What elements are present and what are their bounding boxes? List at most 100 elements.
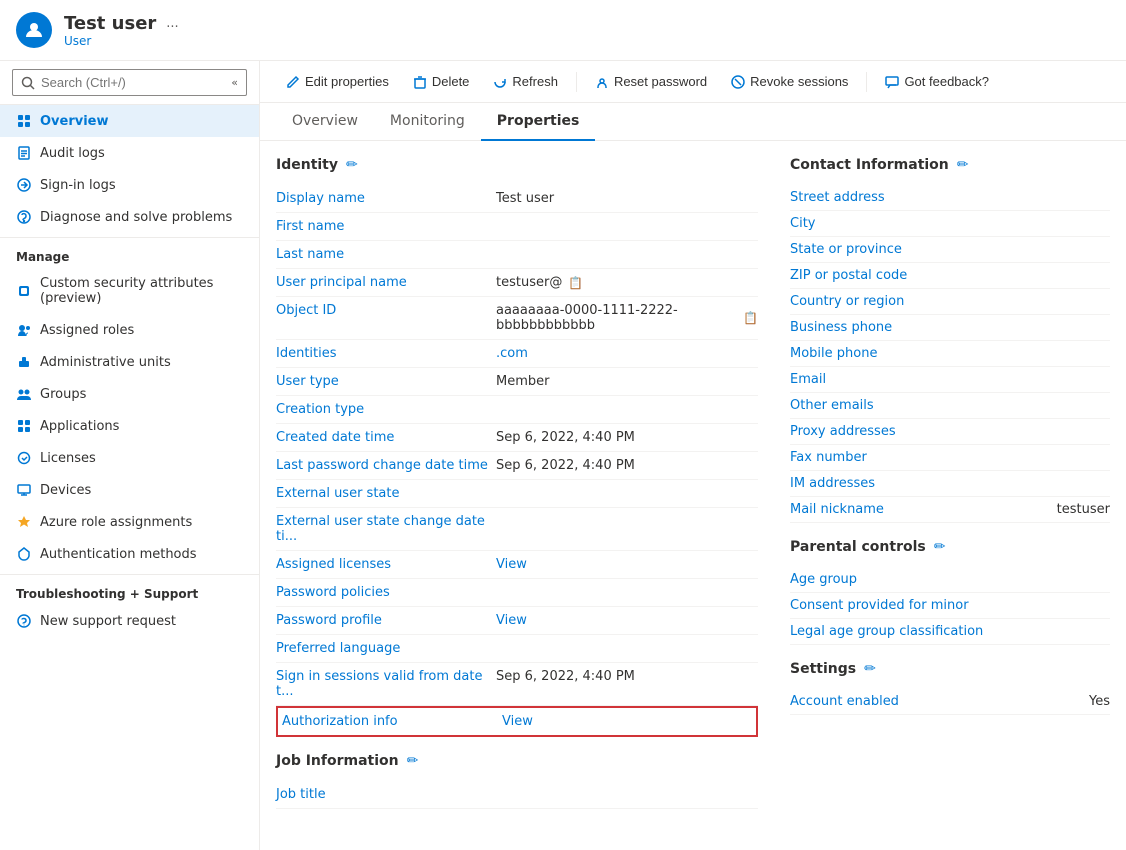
prop-label: Object ID bbox=[276, 303, 496, 318]
contact-label: Fax number bbox=[790, 450, 1110, 465]
property-row-ext-state-change: External user state change date ti... bbox=[276, 508, 758, 551]
prop-value: Sep 6, 2022, 4:40 PM bbox=[496, 458, 758, 473]
prop-value: Member bbox=[496, 374, 758, 389]
property-row-last-name: Last name bbox=[276, 241, 758, 269]
refresh-button[interactable]: Refresh bbox=[483, 69, 568, 94]
revoke-icon bbox=[731, 75, 745, 89]
sidebar-label: Audit logs bbox=[40, 146, 105, 161]
tab-properties[interactable]: Properties bbox=[481, 103, 596, 141]
job-section-header: Job Information ✏ bbox=[276, 753, 758, 769]
audit-icon bbox=[16, 145, 32, 161]
identities-link[interactable]: .com bbox=[496, 346, 528, 361]
sidebar-item-diagnose[interactable]: Diagnose and solve problems bbox=[0, 201, 259, 233]
copy-upn-icon[interactable]: 📋 bbox=[568, 276, 583, 290]
contact-label: Proxy addresses bbox=[790, 424, 1110, 439]
prop-label: Password policies bbox=[276, 585, 496, 600]
properties-content: Identity ✏ Display name Test user First … bbox=[260, 141, 1126, 825]
groups-icon bbox=[16, 386, 32, 402]
contact-label: Mail nickname bbox=[790, 502, 1057, 517]
property-row-pwd-change: Last password change date time Sep 6, 20… bbox=[276, 452, 758, 480]
sidebar-item-custom-security[interactable]: Custom security attributes (preview) bbox=[0, 268, 259, 314]
more-button[interactable]: ... bbox=[166, 16, 178, 31]
auth-info-label: Authorization info bbox=[282, 714, 502, 729]
sidebar: « Overview bbox=[0, 61, 260, 850]
delete-button[interactable]: Delete bbox=[403, 69, 480, 94]
identity-edit-icon[interactable]: ✏ bbox=[346, 157, 358, 173]
property-row-assigned-licenses: Assigned licenses View bbox=[276, 551, 758, 579]
contact-row-street: Street address bbox=[790, 185, 1110, 211]
parental-title: Parental controls bbox=[790, 539, 926, 555]
contact-row-fax: Fax number bbox=[790, 445, 1110, 471]
prop-value: aaaaaaaa-0000-1111-2222-bbbbbbbbbbbb 📋 bbox=[496, 303, 758, 333]
search-icon bbox=[21, 76, 35, 90]
contact-row-zip: ZIP or postal code bbox=[790, 263, 1110, 289]
sidebar-label: Licenses bbox=[40, 451, 96, 466]
property-row-auth-info: Authorization info View bbox=[276, 706, 758, 737]
sidebar-item-groups[interactable]: Groups bbox=[0, 378, 259, 410]
copy-objectid-icon[interactable]: 📋 bbox=[743, 311, 758, 325]
sidebar-label: Authentication methods bbox=[40, 547, 197, 562]
identity-title: Identity bbox=[276, 157, 338, 173]
user-type: User bbox=[64, 34, 179, 48]
contact-title: Contact Information bbox=[790, 157, 949, 173]
tab-overview[interactable]: Overview bbox=[276, 103, 374, 141]
contact-edit-icon[interactable]: ✏ bbox=[957, 157, 969, 173]
auth-methods-icon bbox=[16, 546, 32, 562]
sidebar-label: Diagnose and solve problems bbox=[40, 210, 232, 225]
sidebar-item-overview[interactable]: Overview bbox=[0, 105, 259, 137]
property-row-job-title: Job title bbox=[276, 781, 758, 809]
azure-roles-icon bbox=[16, 514, 32, 530]
sidebar-item-audit-logs[interactable]: Audit logs bbox=[0, 137, 259, 169]
collapse-button[interactable]: « bbox=[231, 76, 238, 89]
devices-icon bbox=[16, 482, 32, 498]
contact-label: ZIP or postal code bbox=[790, 268, 1110, 283]
sidebar-item-auth-methods[interactable]: Authentication methods bbox=[0, 538, 259, 570]
prop-label: User type bbox=[276, 374, 496, 389]
assigned-licenses-link[interactable]: View bbox=[496, 557, 527, 572]
sidebar-item-devices[interactable]: Devices bbox=[0, 474, 259, 506]
contact-value: Yes bbox=[1089, 694, 1110, 709]
edit-properties-button[interactable]: Edit properties bbox=[276, 69, 399, 94]
support-icon bbox=[16, 613, 32, 629]
contact-row-mobile: Mobile phone bbox=[790, 341, 1110, 367]
property-row-pwd-policies: Password policies bbox=[276, 579, 758, 607]
support-section-label: Troubleshooting + Support bbox=[0, 574, 259, 605]
search-input[interactable] bbox=[41, 75, 225, 90]
revoke-sessions-button[interactable]: Revoke sessions bbox=[721, 69, 858, 94]
auth-info-link[interactable]: View bbox=[502, 714, 533, 729]
sidebar-item-applications[interactable]: Applications bbox=[0, 410, 259, 442]
sidebar-item-assigned-roles[interactable]: Assigned roles bbox=[0, 314, 259, 346]
contact-value: testuser bbox=[1057, 502, 1110, 517]
sidebar-label: Administrative units bbox=[40, 355, 171, 370]
settings-edit-icon[interactable]: ✏ bbox=[864, 661, 876, 677]
sidebar-item-new-support[interactable]: New support request bbox=[0, 605, 259, 637]
sidebar-search-container: « bbox=[0, 61, 259, 105]
tab-monitoring[interactable]: Monitoring bbox=[374, 103, 481, 141]
contact-row-email: Email bbox=[790, 367, 1110, 393]
property-row-pwd-profile: Password profile View bbox=[276, 607, 758, 635]
got-feedback-button[interactable]: Got feedback? bbox=[875, 69, 999, 94]
property-row-creation-type: Creation type bbox=[276, 396, 758, 424]
custom-security-icon bbox=[16, 283, 32, 299]
sidebar-label: Assigned roles bbox=[40, 323, 134, 338]
sidebar-item-admin-units[interactable]: Administrative units bbox=[0, 346, 259, 378]
toolbar-divider-2 bbox=[866, 72, 867, 92]
job-edit-icon[interactable]: ✏ bbox=[407, 753, 419, 769]
parental-edit-icon[interactable]: ✏ bbox=[934, 539, 946, 555]
prop-label: Created date time bbox=[276, 430, 496, 445]
pwd-profile-link[interactable]: View bbox=[496, 613, 527, 628]
sidebar-label: New support request bbox=[40, 614, 176, 629]
settings-title: Settings bbox=[790, 661, 856, 677]
prop-label: Job title bbox=[276, 787, 496, 802]
sidebar-item-azure-roles[interactable]: Azure role assignments bbox=[0, 506, 259, 538]
tabs-container: Overview Monitoring Properties bbox=[260, 103, 1126, 141]
signin-icon bbox=[16, 177, 32, 193]
feedback-icon bbox=[885, 75, 899, 89]
property-row-ext-user-state: External user state bbox=[276, 480, 758, 508]
property-row-created-date: Created date time Sep 6, 2022, 4:40 PM bbox=[276, 424, 758, 452]
prop-label: Display name bbox=[276, 191, 496, 206]
delete-icon bbox=[413, 75, 427, 89]
sidebar-item-licenses[interactable]: Licenses bbox=[0, 442, 259, 474]
sidebar-item-sign-in-logs[interactable]: Sign-in logs bbox=[0, 169, 259, 201]
reset-password-button[interactable]: Reset password bbox=[585, 69, 717, 94]
